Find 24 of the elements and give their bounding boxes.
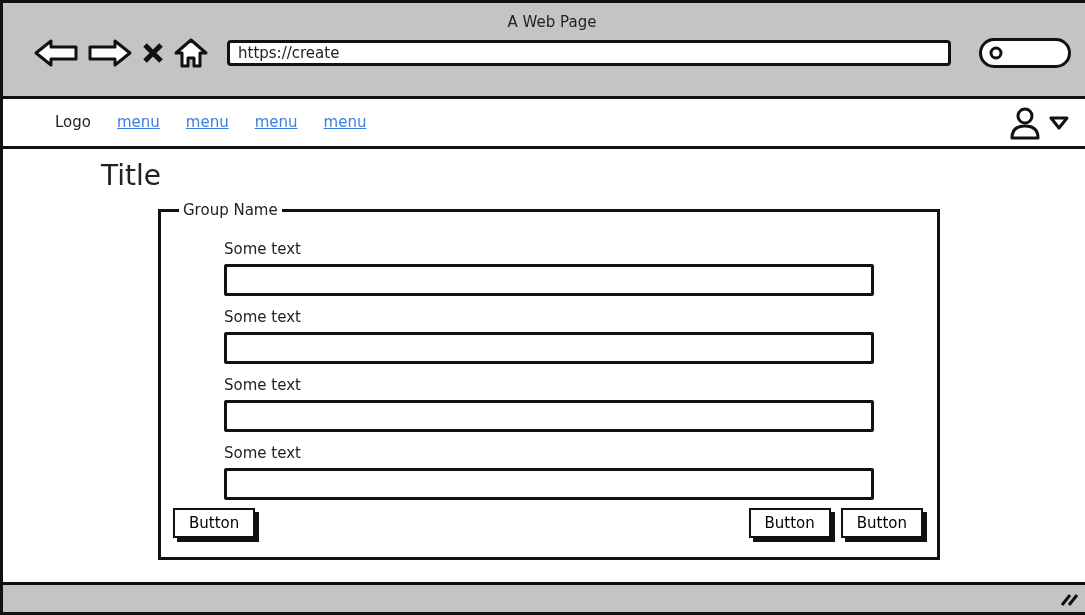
back-icon[interactable] bbox=[33, 38, 79, 68]
text-field[interactable] bbox=[224, 468, 874, 500]
search-field[interactable] bbox=[979, 38, 1071, 68]
text-field[interactable] bbox=[224, 400, 874, 432]
menu-link[interactable]: menu bbox=[117, 111, 160, 134]
home-icon[interactable] bbox=[173, 37, 209, 69]
caret-icon[interactable] bbox=[1049, 115, 1069, 130]
close-icon[interactable] bbox=[141, 41, 165, 65]
forward-icon[interactable] bbox=[87, 38, 133, 68]
address-field[interactable]: https://create bbox=[227, 40, 951, 66]
window-title: A Web Page bbox=[506, 13, 598, 31]
logo: Logo bbox=[55, 112, 91, 134]
field-label: Some text bbox=[224, 240, 302, 258]
menu-link[interactable]: menu bbox=[323, 111, 367, 134]
field-label: Some text bbox=[224, 444, 302, 462]
search-icon bbox=[988, 45, 1004, 61]
page-title: Title bbox=[101, 159, 162, 193]
field-label: Some text bbox=[224, 308, 302, 326]
text-field[interactable] bbox=[224, 264, 874, 296]
field-label: Some text bbox=[224, 376, 302, 394]
menu-link[interactable]: menu bbox=[185, 111, 229, 134]
text-field[interactable] bbox=[224, 332, 874, 364]
user-icon[interactable] bbox=[1009, 105, 1041, 140]
menu-link[interactable]: menu bbox=[254, 111, 298, 134]
